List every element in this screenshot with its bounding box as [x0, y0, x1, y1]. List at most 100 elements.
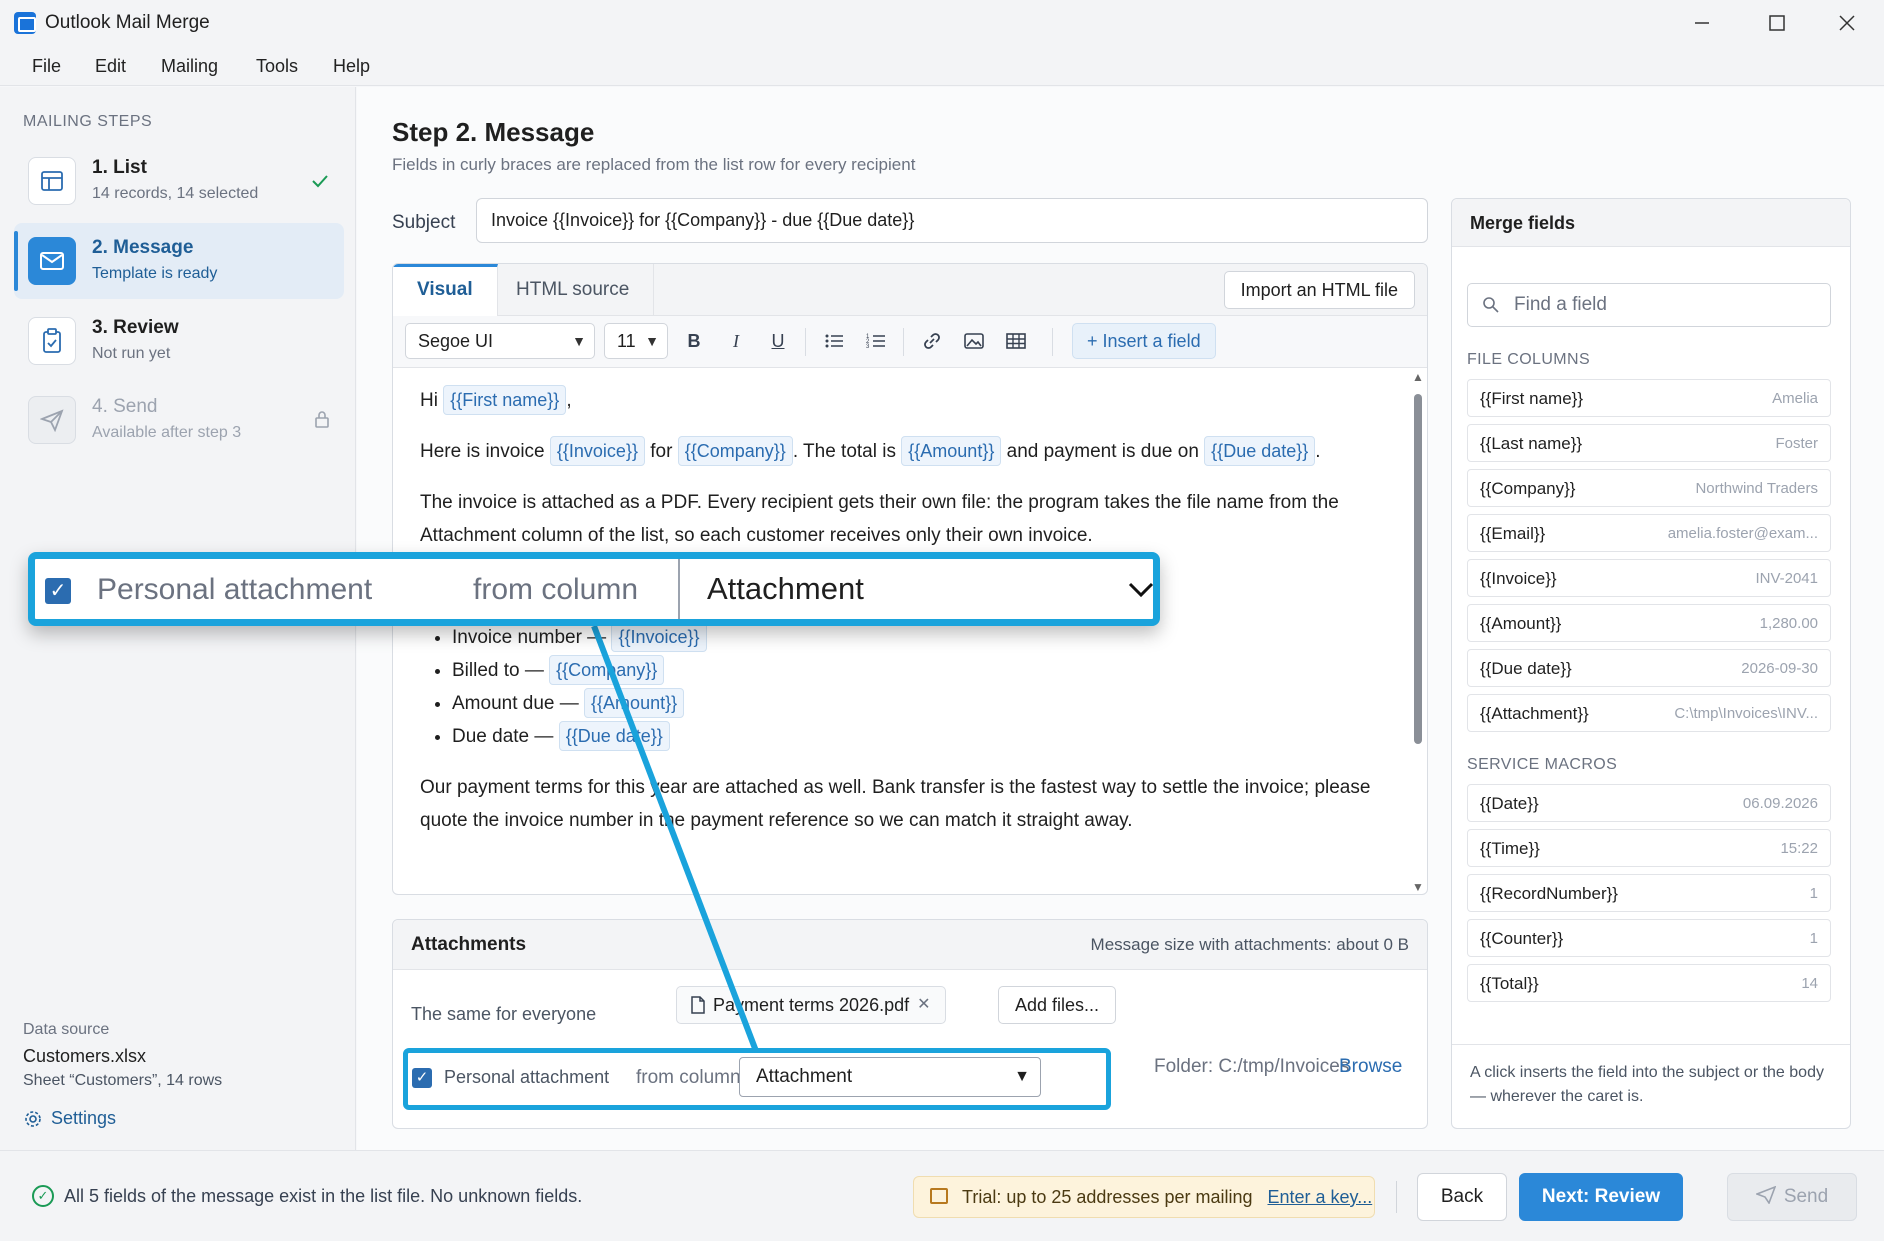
same-for-everyone-label: The same for everyone [411, 1004, 597, 1024]
field-chip[interactable]: {{Amount}} [584, 688, 685, 718]
merge-field-row[interactable]: {{First name}} Amelia [1467, 379, 1831, 417]
remove-attachment-icon[interactable]: ✕ [917, 987, 930, 1023]
close-button[interactable] [1827, 8, 1867, 38]
send-button: Send [1727, 1173, 1857, 1221]
check-icon [310, 171, 330, 196]
subject-input[interactable]: Invoice {{Invoice}} for {{Company}} - du… [476, 198, 1428, 243]
next-review-button[interactable]: Next: Review [1519, 1173, 1683, 1221]
merge-field-row[interactable]: {{Total}} 14 [1467, 964, 1831, 1002]
merge-field-row[interactable]: {{RecordNumber}} 1 [1467, 874, 1831, 912]
merge-field-row[interactable]: {{Due date}} 2026-09-30 [1467, 649, 1831, 687]
app-mail-icon [14, 12, 36, 34]
browse-link[interactable]: Browse [1339, 1056, 1402, 1078]
merge-field-row[interactable]: {{Amount}} 1,280.00 [1467, 604, 1831, 642]
merge-field-sample: Foster [1775, 435, 1818, 452]
bold-icon[interactable]: B [678, 325, 710, 357]
field-chip[interactable]: {{Company}} [549, 655, 665, 685]
editor-tabs: Visual HTML source Import an HTML file [393, 264, 1427, 316]
merge-field-row[interactable]: {{Last name}} Foster [1467, 424, 1831, 462]
from-column-label-zoom: from column [473, 573, 639, 606]
merge-field-sample: C:\tmp\Invoices\INV... [1674, 705, 1818, 722]
merge-field-name: {{Date}} [1480, 794, 1539, 813]
numbered-list-icon[interactable]: 123 [860, 325, 892, 357]
add-files-button[interactable]: Add files... [998, 986, 1117, 1024]
back-button[interactable]: Back [1417, 1173, 1507, 1221]
attachment-column-select-zoom: Attachment [678, 559, 1160, 619]
merge-field-row[interactable]: {{Company}} Northwind Traders [1467, 469, 1831, 507]
merge-field-sample: 1 [1809, 885, 1818, 902]
list-item: Amount due — {{Amount}} [452, 687, 1380, 720]
field-chip[interactable]: {{Amount}} [901, 436, 1002, 466]
merge-field-row[interactable]: {{Attachment}} C:\tmp\Invoices\INV... [1467, 694, 1831, 732]
bullet-list-icon[interactable] [818, 325, 850, 357]
image-icon[interactable] [958, 325, 990, 357]
summary-list: Invoice number — {{Invoice}} Billed to —… [452, 621, 1380, 753]
field-chip[interactable]: {{Due date}} [1204, 436, 1316, 466]
merge-field-name: {{Total}} [1480, 974, 1539, 993]
merge-field-name: {{Counter}} [1480, 929, 1564, 948]
link-icon[interactable] [916, 325, 948, 357]
menu-tools[interactable]: Tools [256, 56, 298, 77]
greeting-paragraph: Hi {{First name}}, [420, 384, 1380, 417]
lock-icon [314, 410, 330, 433]
merge-field-name: {{RecordNumber}} [1480, 884, 1618, 903]
menu-edit[interactable]: Edit [95, 56, 126, 77]
merge-field-sample: Amelia [1772, 390, 1818, 407]
tab-html-source[interactable]: HTML source [492, 264, 655, 316]
import-html-button[interactable]: Import an HTML file [1223, 271, 1415, 309]
merge-field-row[interactable]: {{Invoice}} INV-2041 [1467, 559, 1831, 597]
file-columns-label: FILE COLUMNS [1467, 351, 1591, 368]
menu-mailing[interactable]: Mailing [161, 56, 218, 77]
italic-icon[interactable]: I [720, 325, 752, 357]
personal-attachment-checkbox[interactable]: ✓ [412, 1068, 432, 1088]
document-icon [691, 996, 705, 1014]
list-item: Due date — {{Due date}} [452, 720, 1380, 753]
settings-link[interactable]: Settings [23, 1108, 116, 1129]
merge-field-row[interactable]: {{Email}} amelia.foster@exam... [1467, 514, 1831, 552]
attachment-column-select[interactable]: Attachment ▼ [739, 1057, 1041, 1097]
chevron-down-icon: ▼ [572, 333, 586, 349]
find-field-input[interactable]: Find a field [1467, 283, 1831, 327]
step-message[interactable]: 2. Message Template is ready [14, 223, 344, 299]
menu-help[interactable]: Help [333, 56, 370, 77]
scroll-down-icon[interactable]: ▼ [1412, 880, 1424, 894]
merge-field-row[interactable]: {{Counter}} 1 [1467, 919, 1831, 957]
trial-text: Trial: up to 25 addresses per mailing [962, 1187, 1253, 1207]
scroll-up-icon[interactable]: ▲ [1412, 370, 1424, 384]
field-chip[interactable]: {{First name}} [443, 385, 567, 415]
merge-field-name: {{Invoice}} [1480, 569, 1557, 588]
minimize-button[interactable] [1682, 8, 1722, 38]
menu-bar: File Edit Mailing Tools Help [0, 46, 1884, 86]
merge-fields-title: Merge fields [1470, 213, 1576, 233]
insert-field-button[interactable]: + Insert a field [1072, 323, 1216, 359]
table-icon[interactable] [1000, 325, 1032, 357]
maximize-button[interactable] [1757, 8, 1797, 38]
page-title: Step 2. Message [392, 117, 595, 147]
enter-key-link[interactable]: Enter a key... [1268, 1187, 1373, 1207]
envelope-icon [28, 237, 76, 285]
font-family-select[interactable]: Segoe UI ▼ [405, 323, 595, 359]
data-source-sheet: Sheet “Customers”, 14 rows [23, 1072, 223, 1089]
field-chip[interactable]: {{Due date}} [558, 721, 670, 751]
tab-visual[interactable]: Visual [393, 264, 498, 316]
page-subtitle: Fields in curly braces are replaced from… [392, 155, 916, 174]
field-chip[interactable]: {{Company}} [677, 436, 793, 466]
attachment-column-value-zoom: Attachment [707, 571, 864, 606]
underline-icon[interactable]: U [762, 325, 794, 357]
merge-field-row[interactable]: {{Date}} 06.09.2026 [1467, 784, 1831, 822]
field-chip[interactable]: {{Invoice}} [611, 622, 707, 652]
step-list[interactable]: 1. List 14 records, 14 selected [14, 143, 344, 219]
step-review[interactable]: 3. Review Not run yet [14, 303, 344, 379]
merge-field-sample: 06.09.2026 [1742, 795, 1818, 812]
font-size-select[interactable]: 11 ▼ [604, 323, 668, 359]
step-title: 4. Send [92, 396, 158, 417]
editor-scrollbar[interactable]: ▲ ▼ [1409, 368, 1427, 894]
merge-field-row[interactable]: {{Time}} 15:22 [1467, 829, 1831, 867]
format-toolbar: Segoe UI ▼ 11 ▼ B I U 123 + Insert a fie… [393, 316, 1427, 368]
scroll-thumb[interactable] [1414, 394, 1422, 744]
paper-plane-icon [28, 396, 76, 444]
menu-file[interactable]: File [32, 56, 61, 77]
field-chip[interactable]: {{Invoice}} [549, 436, 645, 466]
check-circle-icon: ✓ [32, 1185, 54, 1207]
attachment-file-chip[interactable]: Payment terms 2026.pdf ✕ [676, 986, 946, 1024]
